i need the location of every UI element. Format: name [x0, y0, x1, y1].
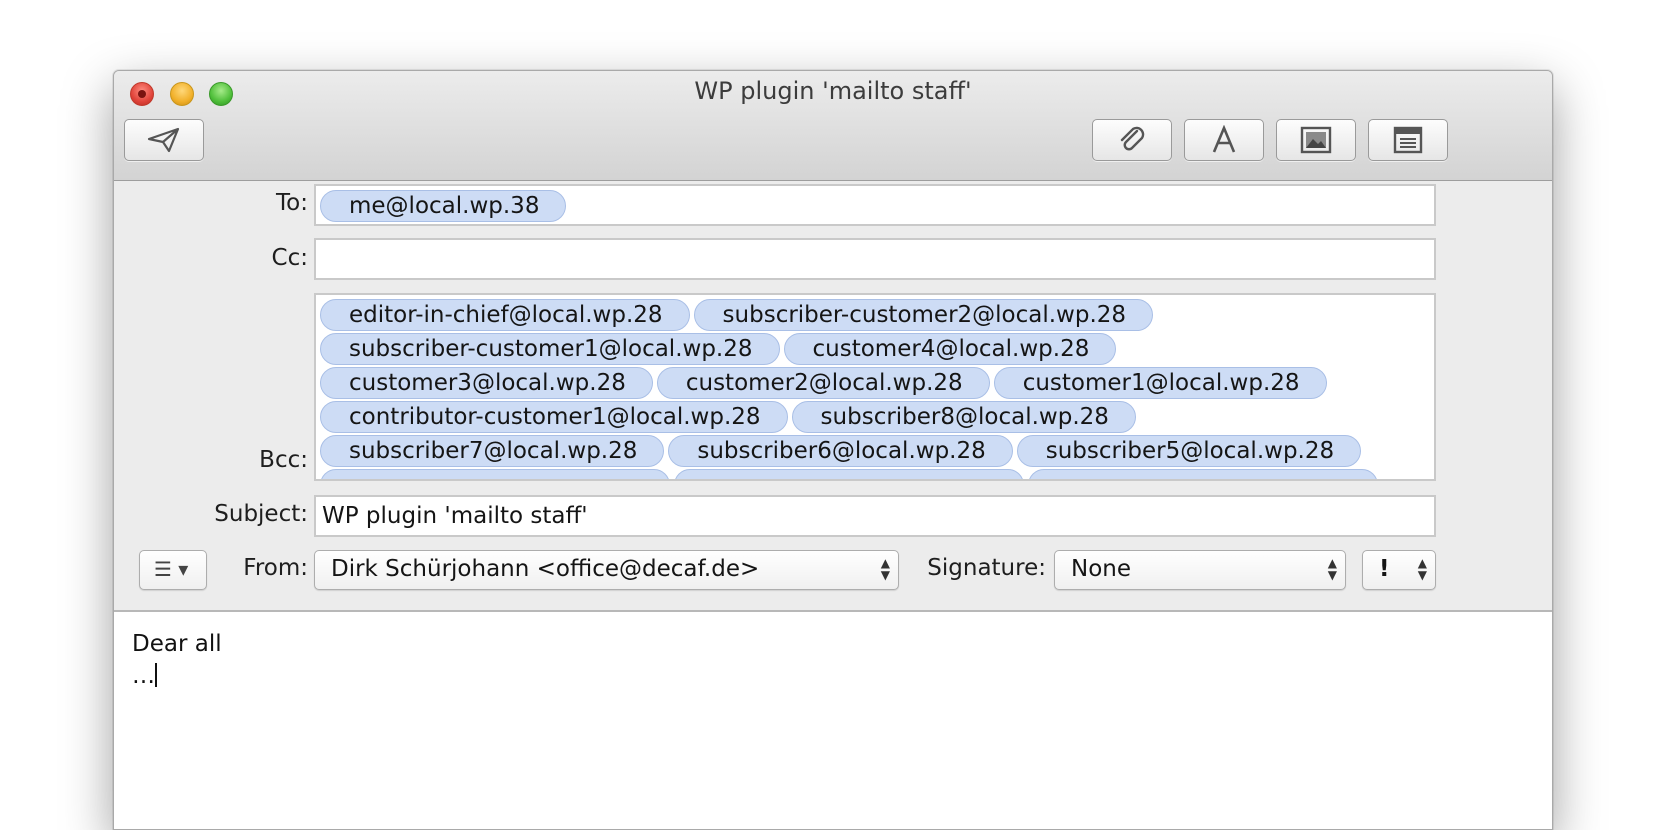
- recipient-token[interactable]: subscriber8@local.wp.28: [791, 401, 1136, 433]
- from-label: From:: [243, 555, 308, 581]
- signature-label: Signature:: [927, 555, 1046, 581]
- bcc-label: Bcc:: [259, 447, 308, 473]
- to-label: To:: [276, 190, 308, 216]
- recipient-token-clipped[interactable]: [1028, 469, 1378, 479]
- priority-popup[interactable]: ! ▲ ▼: [1362, 550, 1436, 590]
- title-bar: WP plugin 'mailto staff': [114, 71, 1552, 181]
- subject-value: WP plugin 'mailto staff': [322, 503, 588, 529]
- recipient-token-clipped[interactable]: [320, 469, 670, 479]
- mail-compose-window: WP plugin 'mailto staff' To: me@local.wp…: [113, 70, 1553, 830]
- recipient-token[interactable]: subscriber7@local.wp.28: [320, 435, 665, 467]
- recipient-token[interactable]: customer4@local.wp.28: [783, 333, 1117, 365]
- from-value: Dirk Schürjohann <office@decaf.de>: [331, 556, 760, 582]
- to-recipients: me@local.wp.38: [320, 190, 1386, 224]
- bcc-row-partial: [320, 469, 1386, 479]
- to-field[interactable]: me@local.wp.38: [314, 184, 1436, 226]
- font-icon: [1212, 125, 1236, 153]
- paper-plane-icon: [147, 127, 180, 153]
- photo-browser-icon: [1300, 126, 1332, 154]
- signature-value: None: [1071, 556, 1132, 582]
- recipient-token[interactable]: customer3@local.wp.28: [320, 367, 653, 399]
- recipient-token[interactable]: editor-in-chief@local.wp.28: [320, 299, 690, 331]
- send-button[interactable]: [124, 119, 204, 161]
- window-title: WP plugin 'mailto staff': [694, 77, 972, 105]
- from-popup[interactable]: Dirk Schürjohann <office@decaf.de> ▲ ▼: [314, 550, 899, 590]
- stationery-icon: [1393, 126, 1423, 154]
- attach-button[interactable]: [1092, 119, 1172, 161]
- body-line: Dear all: [132, 631, 222, 657]
- cc-label: Cc:: [271, 245, 308, 271]
- subject-label: Subject:: [214, 501, 308, 527]
- signature-popup[interactable]: None ▲ ▼: [1054, 550, 1346, 590]
- priority-value: !: [1379, 556, 1390, 582]
- recipient-token[interactable]: me@local.wp.38: [320, 190, 567, 222]
- header-fields-menu-button[interactable]: ☰ ▾: [139, 550, 207, 590]
- recipient-token[interactable]: customer2@local.wp.28: [656, 367, 990, 399]
- recipient-token[interactable]: subscriber5@local.wp.28: [1016, 435, 1362, 467]
- bcc-row: subscriber-customer1@local.wp.28 customer…: [320, 333, 1386, 367]
- paperclip-icon: [1120, 126, 1145, 151]
- cc-field[interactable]: [314, 238, 1436, 280]
- popup-arrows-icon: ▲ ▼: [1417, 556, 1427, 582]
- recipient-token[interactable]: subscriber-customer1@local.wp.28: [320, 333, 780, 365]
- bcc-row: customer3@local.wp.28 customer2@local.wp.…: [320, 367, 1386, 401]
- bcc-recipients: editor-in-chief@local.wp.28 subscriber-cu…: [320, 299, 1386, 479]
- list-menu-icon: ☰ ▾: [154, 557, 189, 581]
- bcc-row: contributor-customer1@local.wp.28 subscri…: [320, 401, 1386, 435]
- bcc-row: subscriber7@local.wp.28 subscriber6@local…: [320, 435, 1386, 469]
- text-caret: [155, 663, 157, 687]
- recipient-token-clipped[interactable]: [674, 469, 1024, 479]
- message-body[interactable]: Dear all …: [114, 612, 1552, 829]
- photo-browser-button[interactable]: [1276, 119, 1356, 161]
- stationery-button[interactable]: [1368, 119, 1448, 161]
- bcc-field[interactable]: editor-in-chief@local.wp.28 subscriber-cu…: [314, 293, 1436, 481]
- bcc-row: editor-in-chief@local.wp.28 subscriber-cu…: [320, 299, 1386, 333]
- body-line: …: [132, 663, 155, 689]
- subject-field[interactable]: WP plugin 'mailto staff': [314, 495, 1436, 537]
- recipient-token[interactable]: subscriber6@local.wp.28: [668, 435, 1013, 467]
- popup-arrows-icon: ▲ ▼: [880, 556, 890, 582]
- format-button[interactable]: [1184, 119, 1264, 161]
- recipient-token[interactable]: customer1@local.wp.28: [993, 367, 1327, 399]
- recipient-token[interactable]: contributor-customer1@local.wp.28: [320, 401, 788, 433]
- body-line-with-caret: …: [132, 660, 1534, 692]
- recipient-token[interactable]: subscriber-customer2@local.wp.28: [693, 299, 1154, 331]
- popup-arrows-icon: ▲ ▼: [1327, 556, 1337, 582]
